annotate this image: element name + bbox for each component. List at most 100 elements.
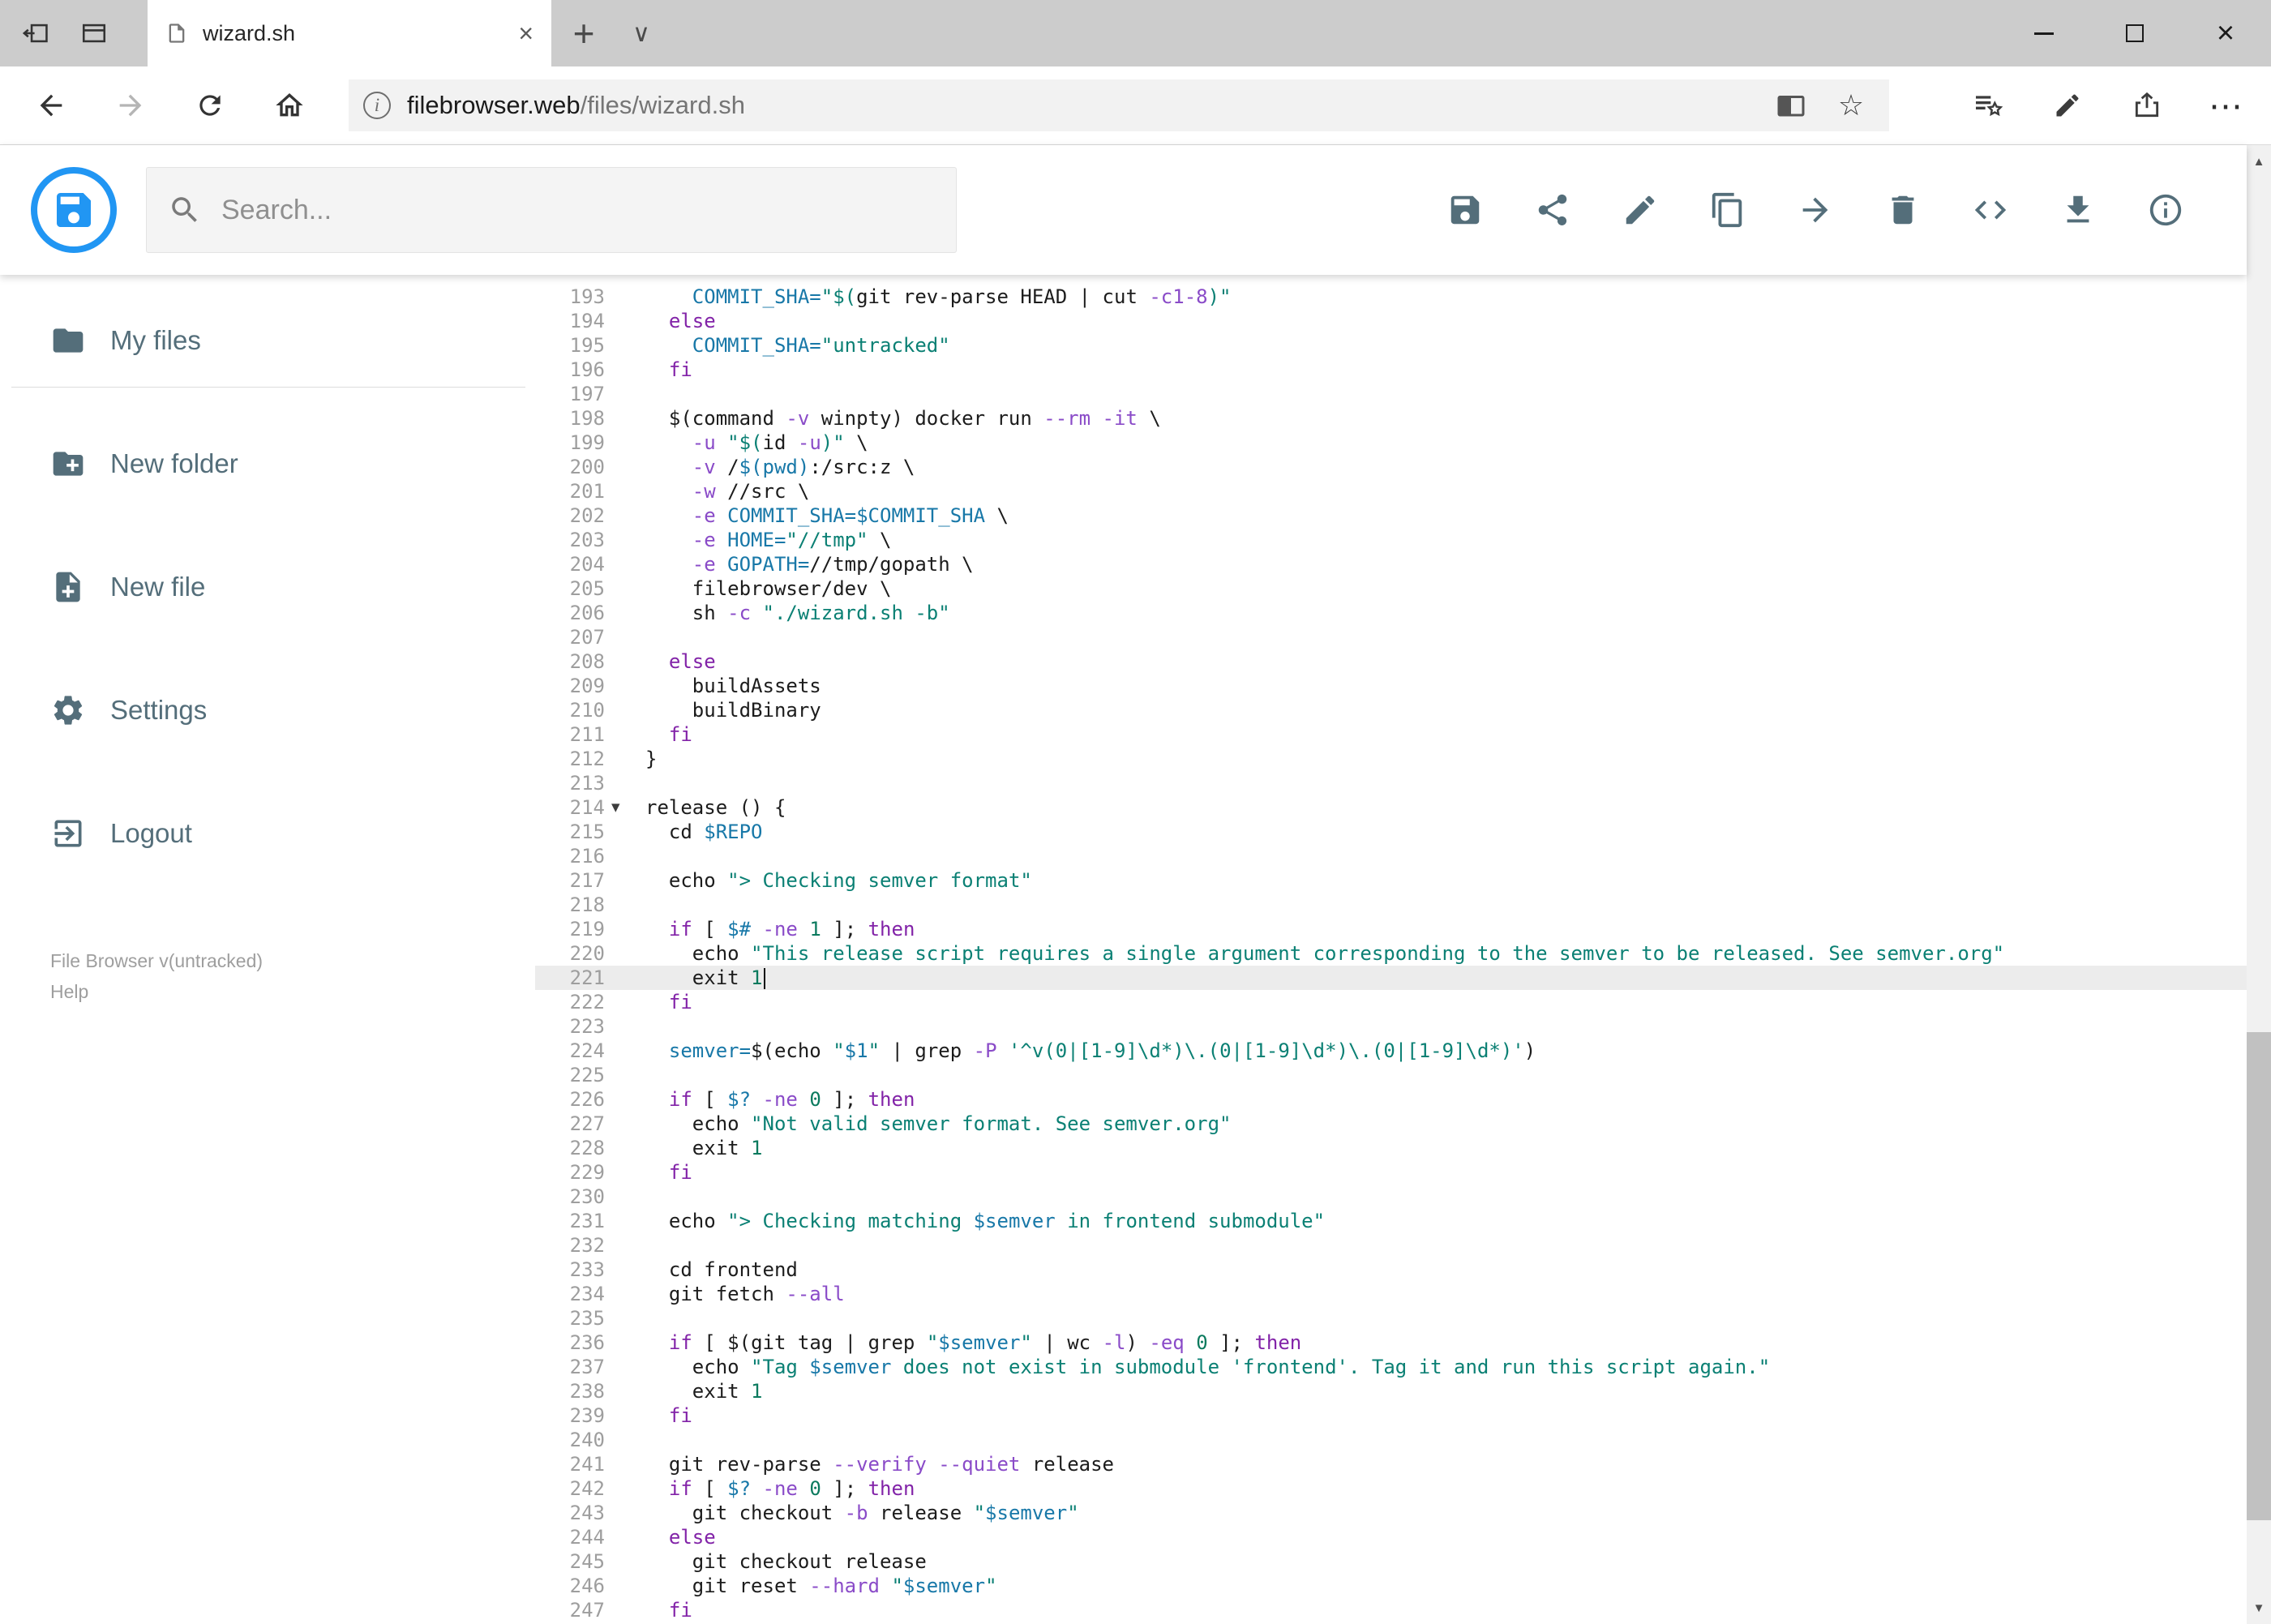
code-line[interactable]: 226 if [ $? -ne 0 ]; then bbox=[535, 1087, 2247, 1112]
code-line[interactable]: 234 git fetch --all bbox=[535, 1282, 2247, 1306]
close-window-button[interactable]: × bbox=[2180, 0, 2271, 66]
forward-button[interactable] bbox=[91, 74, 170, 137]
code-line[interactable]: 235 bbox=[535, 1306, 2247, 1330]
code-line[interactable]: 245 git checkout release bbox=[535, 1549, 2247, 1574]
code-line[interactable]: 225 bbox=[535, 1063, 2247, 1087]
share-page-button[interactable] bbox=[2107, 74, 2187, 137]
sidebar-item-logout[interactable]: Logout bbox=[0, 772, 535, 895]
delete-button[interactable] bbox=[1874, 174, 1932, 246]
code-line[interactable]: 193 COMMIT_SHA="$(git rev-parse HEAD | c… bbox=[535, 285, 2247, 309]
code-line[interactable]: 241 git rev-parse --verify --quiet relea… bbox=[535, 1452, 2247, 1476]
code-line[interactable]: 230 bbox=[535, 1185, 2247, 1209]
code-line[interactable]: 216 bbox=[535, 844, 2247, 868]
fold-arrow-icon[interactable]: ▾ bbox=[605, 795, 645, 820]
site-info-button[interactable]: i bbox=[363, 92, 391, 119]
code-line[interactable]: 199 -u "$(id -u)" \ bbox=[535, 431, 2247, 455]
code-line[interactable]: 197 bbox=[535, 382, 2247, 406]
move-button[interactable] bbox=[1786, 174, 1845, 246]
code-line[interactable]: 217 echo "> Checking semver format" bbox=[535, 868, 2247, 893]
code-line[interactable]: 200 -v /$(pwd):/src:z \ bbox=[535, 455, 2247, 479]
save-button[interactable] bbox=[1436, 174, 1494, 246]
code-line[interactable]: 212} bbox=[535, 747, 2247, 771]
scroll-down-button[interactable]: ▼ bbox=[2247, 1592, 2271, 1624]
code-editor[interactable]: 193 COMMIT_SHA="$(git rev-parse HEAD | c… bbox=[535, 275, 2247, 1624]
sidebar-item-new-folder[interactable]: New folder bbox=[0, 402, 535, 525]
code-line[interactable]: 233 cd frontend bbox=[535, 1258, 2247, 1282]
rename-button[interactable] bbox=[1611, 174, 1669, 246]
code-line[interactable]: 231 echo "> Checking matching $semver in… bbox=[535, 1209, 2247, 1233]
code-line[interactable]: 243 git checkout -b release "$semver" bbox=[535, 1501, 2247, 1525]
info-button[interactable] bbox=[2136, 174, 2195, 246]
close-tab-button[interactable]: × bbox=[518, 20, 533, 46]
code-line[interactable]: 205 filebrowser/dev \ bbox=[535, 576, 2247, 601]
raw-view-button[interactable] bbox=[1961, 174, 2020, 246]
code-line[interactable]: 206 sh -c "./wizard.sh -b" bbox=[535, 601, 2247, 625]
code-line[interactable]: 224 semver=$(echo "$1" | grep -P '^v(0|[… bbox=[535, 1039, 2247, 1063]
code-line[interactable]: 227 echo "Not valid semver format. See s… bbox=[535, 1112, 2247, 1136]
code-line[interactable]: 240 bbox=[535, 1428, 2247, 1452]
browser-tab[interactable]: wizard.sh × bbox=[148, 0, 551, 66]
scroll-up-button[interactable]: ▲ bbox=[2247, 145, 2271, 178]
hub-button[interactable] bbox=[1948, 74, 2028, 137]
code-line[interactable]: 215 cd $REPO bbox=[535, 820, 2247, 844]
code-line[interactable]: 201 -w //src \ bbox=[535, 479, 2247, 503]
code-line[interactable]: 247 fi bbox=[535, 1598, 2247, 1622]
code-line[interactable]: 236 if [ $(git tag | grep "$semver" | wc… bbox=[535, 1330, 2247, 1355]
code-line[interactable]: 198 $(command -v winpty) docker run --rm… bbox=[535, 406, 2247, 431]
code-line[interactable]: 207 bbox=[535, 625, 2247, 649]
code-line[interactable]: 202 -e COMMIT_SHA=$COMMIT_SHA \ bbox=[535, 503, 2247, 528]
favorite-button[interactable]: ☆ bbox=[1821, 74, 1881, 137]
code-line[interactable]: 220 echo "This release script requires a… bbox=[535, 941, 2247, 966]
browser-menu-button[interactable]: ⋯ bbox=[2187, 74, 2266, 137]
code-line[interactable]: 209 buildAssets bbox=[535, 674, 2247, 698]
code-line[interactable]: 195 COMMIT_SHA="untracked" bbox=[535, 333, 2247, 358]
code-line[interactable]: 211 fi bbox=[535, 722, 2247, 747]
help-link[interactable]: Help bbox=[50, 981, 88, 1002]
filebrowser-logo[interactable] bbox=[31, 167, 117, 253]
code-line[interactable]: 218 bbox=[535, 893, 2247, 917]
maximize-button[interactable] bbox=[2089, 0, 2180, 66]
back-button[interactable] bbox=[11, 74, 91, 137]
code-line[interactable]: 221 exit 1 bbox=[535, 966, 2247, 990]
code-line[interactable]: 229 fi bbox=[535, 1160, 2247, 1185]
sidebar-item-settings[interactable]: Settings bbox=[0, 649, 535, 772]
sidebar-item-new-file[interactable]: New file bbox=[0, 525, 535, 649]
copy-button[interactable] bbox=[1699, 174, 1757, 246]
vertical-scrollbar[interactable]: ▲ ▼ bbox=[2247, 145, 2271, 1624]
url-text[interactable]: filebrowser.web/files/wizard.sh bbox=[407, 91, 745, 120]
reading-view-button[interactable] bbox=[1761, 74, 1821, 137]
new-tab-button[interactable]: + bbox=[551, 0, 616, 66]
code-line[interactable]: 232 bbox=[535, 1233, 2247, 1258]
code-line[interactable]: 219 if [ $# -ne 1 ]; then bbox=[535, 917, 2247, 941]
code-line[interactable]: 213 bbox=[535, 771, 2247, 795]
set-tabs-aside-button[interactable] bbox=[10, 7, 62, 59]
code-line[interactable]: 237 echo "Tag $semver does not exist in … bbox=[535, 1355, 2247, 1379]
code-line[interactable]: 204 -e GOPATH=//tmp/gopath \ bbox=[535, 552, 2247, 576]
scrollbar-thumb[interactable] bbox=[2247, 1032, 2271, 1521]
code-line[interactable]: 196 fi bbox=[535, 358, 2247, 382]
code-line[interactable]: 194 else bbox=[535, 309, 2247, 333]
web-note-button[interactable] bbox=[2028, 74, 2107, 137]
code-line[interactable]: 210 buildBinary bbox=[535, 698, 2247, 722]
code-line[interactable]: 208 else bbox=[535, 649, 2247, 674]
tabs-preview-button[interactable] bbox=[68, 7, 120, 59]
download-button[interactable] bbox=[2049, 174, 2107, 246]
code-line[interactable]: 203 -e HOME="//tmp" \ bbox=[535, 528, 2247, 552]
code-line[interactable]: 238 exit 1 bbox=[535, 1379, 2247, 1403]
share-button[interactable] bbox=[1523, 174, 1582, 246]
sidebar-item-my-files[interactable]: My files bbox=[0, 296, 535, 385]
code-line[interactable]: 244 else bbox=[535, 1525, 2247, 1549]
search-box[interactable] bbox=[146, 167, 957, 253]
address-bar[interactable]: i filebrowser.web/files/wizard.sh ☆ bbox=[349, 79, 1889, 131]
code-line[interactable]: 228 exit 1 bbox=[535, 1136, 2247, 1160]
home-button[interactable] bbox=[250, 74, 329, 137]
search-input[interactable] bbox=[220, 193, 935, 227]
code-line[interactable]: 223 bbox=[535, 1014, 2247, 1039]
code-line[interactable]: 222 fi bbox=[535, 990, 2247, 1014]
code-line[interactable]: 239 fi bbox=[535, 1403, 2247, 1428]
code-line[interactable]: 246 git reset --hard "$semver" bbox=[535, 1574, 2247, 1598]
code-line[interactable]: 242 if [ $? -ne 0 ]; then bbox=[535, 1476, 2247, 1501]
refresh-button[interactable] bbox=[170, 74, 250, 137]
code-line[interactable]: 214 ▾ release () { bbox=[535, 795, 2247, 820]
minimize-button[interactable] bbox=[1999, 0, 2089, 66]
